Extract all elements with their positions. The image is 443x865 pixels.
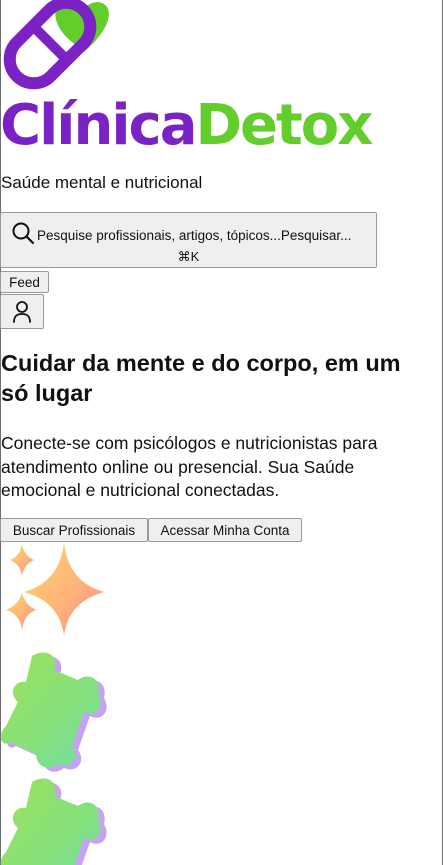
hero-illustration: [0, 542, 107, 865]
search-placeholder: Pesquise profissionais, artigos, tópicos…: [37, 228, 281, 243]
brand-name-part1: Clínica: [0, 93, 198, 158]
search-shortcut: ⌘K: [177, 249, 200, 264]
feed-button[interactable]: Feed: [0, 271, 49, 293]
brand-name-part2: Detox: [195, 93, 374, 158]
find-professionals-button[interactable]: Buscar Profissionais: [0, 518, 148, 542]
hero-title: Cuidar da mente e do corpo, em um só lug…: [1, 350, 401, 406]
my-account-button[interactable]: Acessar Minha Conta: [148, 518, 302, 542]
user-icon: [13, 300, 31, 323]
logo-mark-icon: [3, 0, 109, 90]
brand-tagline: Saúde mental e nutricional: [1, 173, 203, 192]
puzzle-piece-icon: [0, 778, 107, 865]
user-account-button[interactable]: [0, 294, 44, 329]
sparkles-icon: [6, 542, 104, 636]
puzzle-piece-icon: [0, 652, 107, 772]
search-icon: [12, 222, 35, 245]
search-button[interactable]: Pesquise profissionais, artigos, tópicos…: [0, 212, 377, 268]
hero-description: Conecte-se com psicólogos e nutricionist…: [1, 433, 378, 500]
brand-logo[interactable]: ClínicaDetox: [0, 0, 443, 160]
brand-wordmark: ClínicaDetox: [0, 86, 374, 166]
search-action-label: Pesquisar...: [280, 228, 352, 243]
